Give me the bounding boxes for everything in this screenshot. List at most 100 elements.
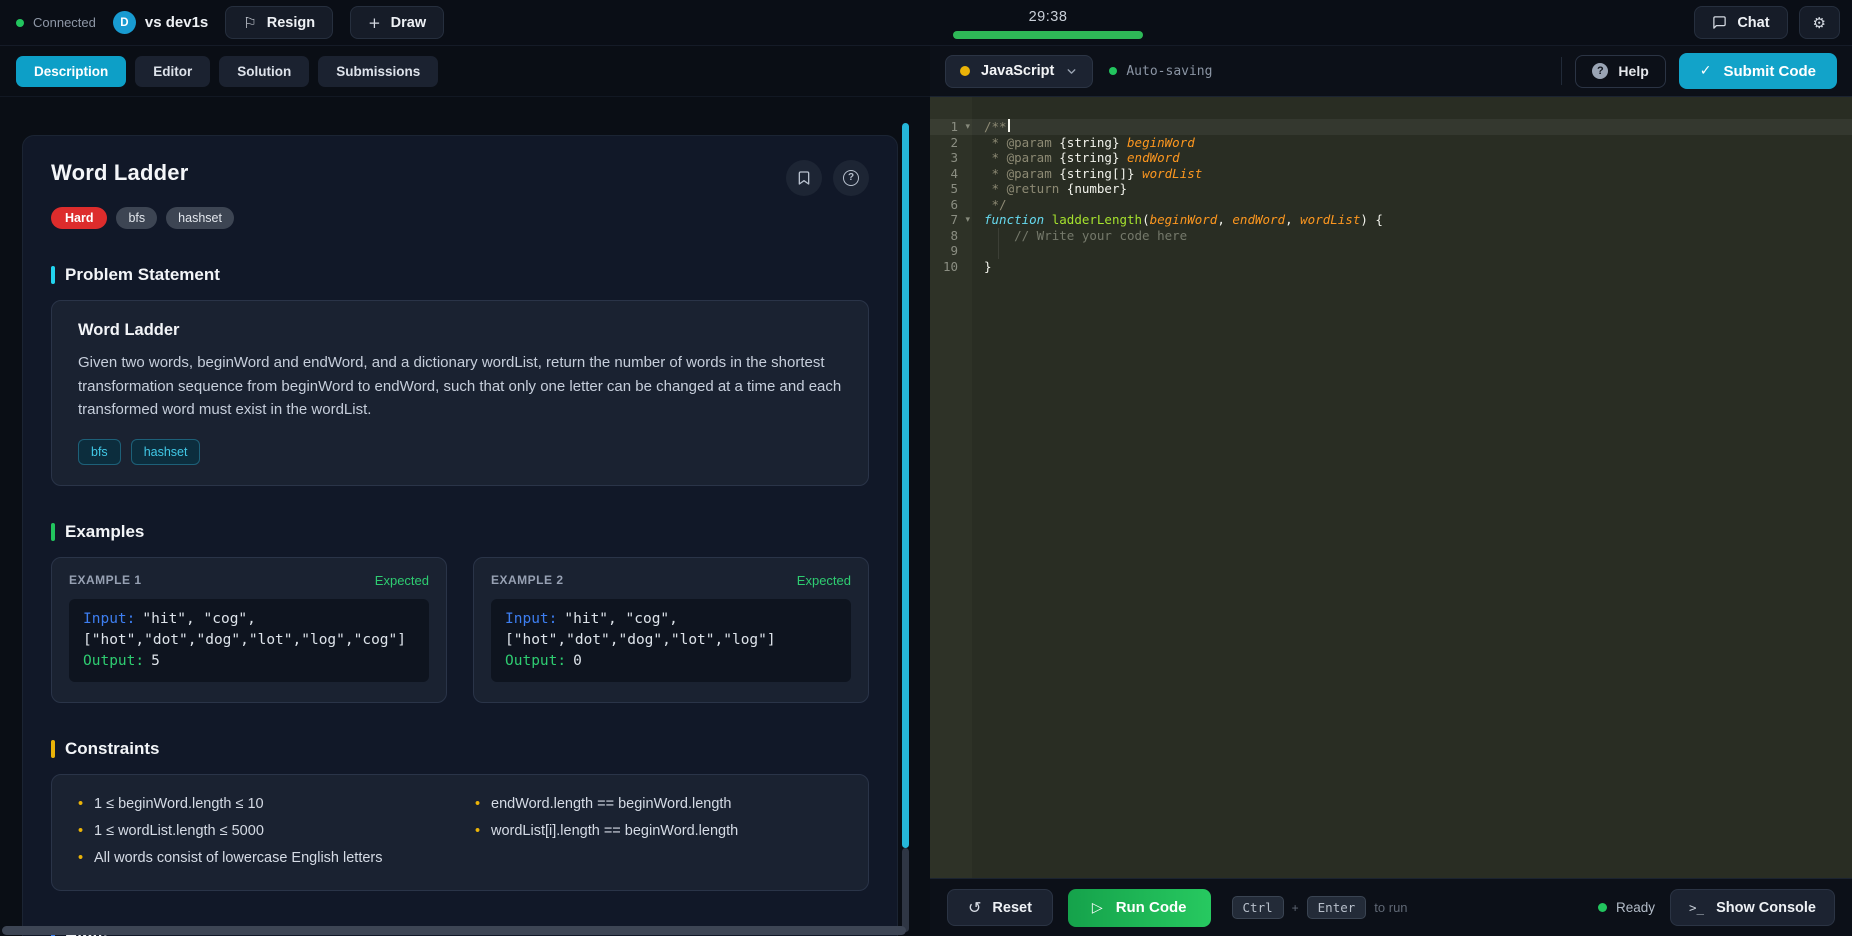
- tab-editor[interactable]: Editor: [135, 56, 210, 87]
- enter-key: Enter: [1307, 896, 1367, 919]
- code-text: // Write your code here: [972, 228, 1187, 244]
- constraint-item: endWord.length == beginWord.length: [475, 791, 842, 818]
- tag-chip: bfs: [78, 439, 121, 465]
- example-header: EXAMPLE 2 Expected: [491, 573, 851, 588]
- code-line-10[interactable]: 10}: [930, 259, 1852, 275]
- submit-label: Submit Code: [1724, 63, 1817, 80]
- reset-label: Reset: [992, 900, 1032, 916]
- code-line-7[interactable]: 7▾function ladderLength(beginWord, endWo…: [930, 212, 1852, 228]
- chevron-down-icon: [1065, 65, 1078, 78]
- code-line-6[interactable]: 6 */: [930, 197, 1852, 213]
- draw-label: Draw: [391, 15, 426, 31]
- fold-arrow-icon[interactable]: ▾: [965, 213, 970, 229]
- example-label: EXAMPLE 1: [69, 573, 142, 587]
- tab-submissions[interactable]: Submissions: [318, 56, 438, 87]
- main-split: Description Editor Solution Submissions …: [0, 46, 1852, 936]
- draw-button[interactable]: + Draw: [350, 6, 444, 39]
- ready-dot-icon: [1598, 903, 1607, 912]
- timer-value: 29:38: [953, 9, 1143, 25]
- section-accent-bar: [51, 523, 55, 541]
- constraints-section-header: Constraints: [51, 739, 869, 759]
- help-button[interactable]: ? Help: [1575, 55, 1665, 88]
- kbd-suffix: to run: [1374, 900, 1407, 915]
- match-timer: 29:38: [953, 0, 1143, 46]
- example-status: Expected: [797, 573, 851, 588]
- resign-button[interactable]: ⚐ Resign: [225, 6, 333, 39]
- example-card-1: EXAMPLE 1 Expected Input: "hit", "cog", […: [51, 557, 447, 703]
- header-divider: [1561, 57, 1562, 85]
- problem-title: Word Ladder: [51, 160, 188, 186]
- line-number: 7▾: [930, 212, 972, 228]
- reset-icon: ↺: [968, 898, 981, 917]
- ctrl-key: Ctrl: [1232, 896, 1284, 919]
- play-icon: ▷: [1092, 900, 1103, 916]
- run-label: Run Code: [1116, 899, 1187, 916]
- settings-button[interactable]: ⚙: [1799, 6, 1840, 39]
- autosave-status: Auto-saving: [1109, 64, 1212, 79]
- chat-bubble-icon: [1712, 15, 1727, 30]
- code-line-8[interactable]: 8 // Write your code here: [930, 228, 1852, 244]
- statement-heading: Problem Statement: [65, 265, 220, 285]
- code-text: function ladderLength(beginWord, endWord…: [972, 212, 1383, 228]
- editor-pane: JavaScript Auto-saving ? Help ✓ Submit C…: [930, 46, 1852, 936]
- code-text: * @param {string} beginWord: [972, 135, 1195, 151]
- language-dot-icon: [960, 66, 970, 76]
- ready-label: Ready: [1616, 900, 1655, 915]
- statement-card-title: Word Ladder: [78, 321, 842, 340]
- line-number: 6: [930, 197, 972, 213]
- line-number: 5: [930, 181, 972, 197]
- code-text: */: [972, 197, 1007, 213]
- input-list: ["hot","dot","dog","lot","log","cog"]: [83, 630, 415, 651]
- autosave-label: Auto-saving: [1126, 64, 1212, 79]
- resign-label: Resign: [267, 15, 315, 31]
- timer-progress-bar: [953, 31, 1143, 39]
- problem-help-button[interactable]: ?: [833, 160, 869, 196]
- tab-description[interactable]: Description: [16, 56, 126, 87]
- code-line-5[interactable]: 5 * @return {number}: [930, 181, 1852, 197]
- terminal-icon: >_: [1689, 900, 1704, 915]
- code-text: }: [972, 259, 992, 275]
- output-value: 5: [151, 653, 160, 669]
- language-dropdown[interactable]: JavaScript: [945, 55, 1093, 88]
- chat-button[interactable]: Chat: [1694, 6, 1787, 39]
- constraints-column-2: endWord.length == beginWord.length wordL…: [475, 791, 842, 872]
- console-label: Show Console: [1716, 900, 1816, 916]
- connection-label: Connected: [33, 15, 96, 30]
- line-number: 10: [930, 259, 972, 275]
- run-code-button[interactable]: ▷ Run Code: [1068, 889, 1211, 927]
- vertical-scrollbar-thumb[interactable]: [902, 123, 909, 848]
- code-line-1[interactable]: 1▾/**: [930, 119, 1852, 135]
- line-number: 8: [930, 228, 972, 244]
- code-text: /**: [972, 119, 1010, 135]
- top-bar-right: Chat ⚙: [1694, 6, 1840, 39]
- help-label: Help: [1618, 63, 1648, 79]
- bookmark-button[interactable]: [786, 160, 822, 196]
- opponent-label: vs dev1s: [145, 14, 208, 31]
- constraints-column-1: 1 ≤ beginWord.length ≤ 10 1 ≤ wordList.l…: [78, 791, 445, 872]
- language-label: JavaScript: [981, 63, 1054, 79]
- input-label: Input:: [83, 611, 135, 627]
- horizontal-scrollbar-thumb[interactable]: [2, 926, 906, 935]
- tag-chip: hashset: [131, 439, 201, 465]
- top-bar-left: Connected D vs dev1s ⚐ Resign + Draw: [16, 6, 444, 39]
- example-label: EXAMPLE 2: [491, 573, 564, 587]
- line-number: 1▾: [930, 119, 972, 135]
- example-card-2: EXAMPLE 2 Expected Input:"hit", "cog", […: [473, 557, 869, 703]
- show-console-button[interactable]: >_ Show Console: [1670, 889, 1835, 926]
- code-line-9[interactable]: 9: [930, 243, 1852, 259]
- code-line-4[interactable]: 4 * @param {string[]} wordList: [930, 166, 1852, 182]
- connection-status: Connected: [16, 15, 96, 30]
- reset-button[interactable]: ↺ Reset: [947, 889, 1053, 926]
- section-accent-bar: [51, 266, 55, 284]
- code-editor[interactable]: 1▾/**2 * @param {string} beginWord3 * @p…: [930, 97, 1852, 878]
- problem-tabs: Description Editor Solution Submissions: [0, 46, 930, 97]
- code-line-2[interactable]: 2 * @param {string} beginWord: [930, 135, 1852, 151]
- fold-arrow-icon[interactable]: ▾: [965, 120, 970, 136]
- tab-solution[interactable]: Solution: [219, 56, 309, 87]
- input-value: "hit", "cog",: [142, 611, 256, 627]
- example-header: EXAMPLE 1 Expected: [69, 573, 429, 588]
- submit-code-button[interactable]: ✓ Submit Code: [1679, 53, 1837, 89]
- code-line-3[interactable]: 3 * @param {string} endWord: [930, 150, 1852, 166]
- line-number: 4: [930, 166, 972, 182]
- keyboard-shortcut-hint: Ctrl + Enter to run: [1232, 896, 1408, 919]
